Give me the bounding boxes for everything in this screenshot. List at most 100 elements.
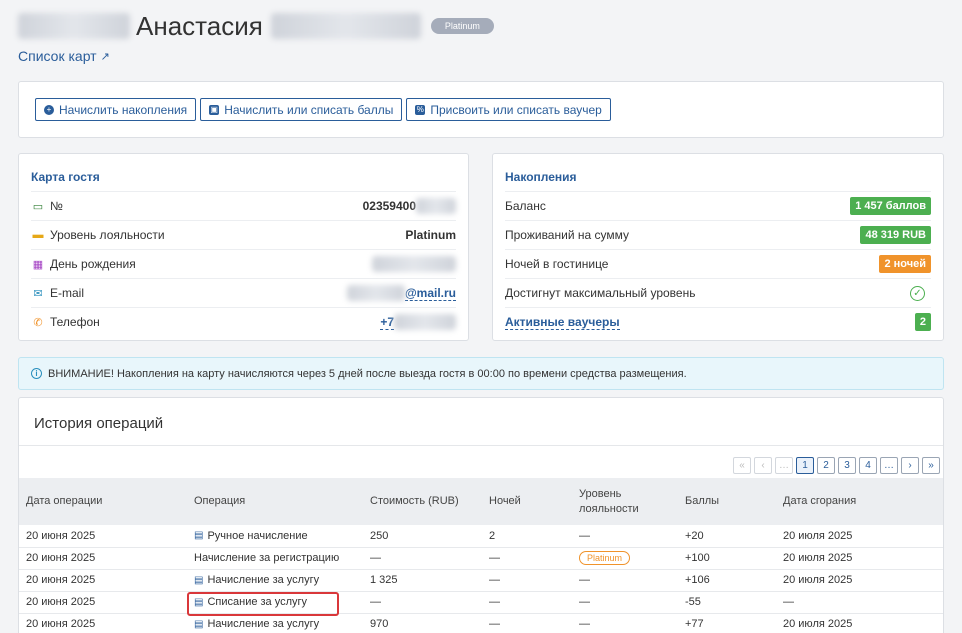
operation-points: -55 [678, 591, 776, 614]
balance-row: Баланс 1 457 баллов [505, 191, 931, 220]
email-row: ✉ E-mail @mail.ru [31, 278, 456, 307]
page-button-5[interactable]: 3 [838, 457, 856, 474]
vouchers-count: 2 [914, 313, 931, 331]
active-vouchers-link[interactable]: Активные ваучеры [505, 315, 620, 330]
max-level-label: Достигнут максимальный уровень [505, 286, 696, 300]
table-body: 20 июня 2025 ▤ Ручное начисление 250 2— +20 20… [19, 525, 943, 633]
email-domain: @mail.ru [404, 285, 456, 301]
wallet-icon: ▣ [209, 104, 220, 115]
page-button-7[interactable]: … [880, 457, 898, 474]
loyalty-row: ▬ Уровень лояльности Platinum [31, 220, 456, 249]
page-button-6[interactable]: 4 [859, 457, 877, 474]
redacted-phone [394, 314, 456, 330]
operation-cost: 250 [363, 525, 482, 548]
add-accrual-label: Начислить накопления [59, 102, 188, 117]
operation-nights: — [482, 569, 572, 592]
notice-text: ВНИМАНИЕ! Накопления на карту начисляютс… [48, 367, 687, 380]
comment-icon[interactable]: ▤ [194, 619, 203, 630]
column-header: Дата операции [19, 478, 187, 525]
highlight-box [187, 592, 339, 616]
nights-value: 2 ночей [879, 255, 931, 273]
page-button-1[interactable]: ‹ [754, 457, 772, 474]
operation-cell: ▤ Начисление за услугу [187, 613, 363, 633]
page-button-8[interactable]: › [901, 457, 919, 474]
plus-circle-icon: + [44, 104, 54, 115]
pagination: «‹… 1 2 3 4… ›» [733, 457, 940, 474]
cards-list-link[interactable]: Список карт ↗ [18, 48, 958, 64]
table-row: 20 июня 2025 Начисление за регистрацию — — P… [19, 547, 943, 570]
operation-nights: — [482, 613, 572, 633]
stays-label: Проживаний на сумму [505, 228, 629, 242]
column-header: Дата сгорания [776, 478, 943, 525]
email-label: E-mail [50, 286, 85, 300]
table-header: Дата операции Операция Стоимость (RUB) Ноче… [19, 478, 943, 525]
points-button[interactable]: ▣ Начислить или списать баллы [200, 98, 403, 121]
operation-nights: — [482, 591, 572, 614]
page-button-4[interactable]: 2 [817, 457, 835, 474]
card-number-label: № [50, 199, 63, 213]
redacted-last-name [18, 13, 130, 39]
operation-expiry: 20 июля 2025 [776, 547, 943, 570]
history-title: История операций [19, 398, 943, 446]
points-label: Начислить или списать баллы [224, 102, 394, 117]
phone-prefix: +7 [380, 314, 394, 330]
tier-badge: Platinum [430, 18, 494, 34]
table-row: 20 июня 2025 ▤ Ручное начисление 250 2— +20 20… [19, 525, 943, 548]
accruals-panel-title: Накопления [505, 170, 577, 184]
operation-tier: — [572, 591, 678, 614]
operation-cost: 1 325 [363, 569, 482, 592]
check-icon: ✓ [910, 285, 925, 301]
column-header: Уровень лояльности [572, 478, 678, 525]
page-button-0[interactable]: « [733, 457, 751, 474]
redacted-card-digits [416, 198, 456, 214]
nights-label: Ночей в гостинице [505, 257, 609, 271]
operation-points: +77 [678, 613, 776, 633]
page-button-9[interactable]: » [922, 457, 940, 474]
table-row: 20 июня 2025 ▤ Списание за услугу — — — -55— [19, 591, 943, 616]
operation-cell: ▤ Начисление за услугу [187, 569, 363, 592]
accruals-panel: Накопления Баланс 1 457 баллов Проживани… [492, 153, 944, 341]
comment-icon[interactable]: ▤ [194, 530, 203, 541]
voucher-button[interactable]: % Присвоить или списать ваучер [406, 98, 611, 121]
operation-nights: 2 [482, 525, 572, 548]
phone-icon: ✆ [33, 316, 43, 329]
nights-row: Ночей в гостинице 2 ночей [505, 249, 931, 278]
operation-date: 20 июня 2025 [19, 613, 187, 633]
gift-icon: ▦ [32, 258, 44, 271]
phone-value[interactable]: +7 [380, 314, 456, 330]
table-row: 20 июня 2025 ▤ Начисление за услугу 970— — +7… [19, 613, 943, 633]
tier-icon: ▬ [32, 229, 44, 241]
operation-date: 20 июня 2025 [19, 525, 187, 548]
operation-expiry: 20 июля 2025 [776, 525, 943, 548]
operation-date: 20 июня 2025 [19, 569, 187, 592]
card-panel-title: Карта гостя [31, 170, 100, 184]
operation-cell: ▤ Ручное начисление [187, 525, 363, 548]
history-panel: История операций «‹… 1 2 3 4… ›» Дата операци… [18, 397, 944, 633]
voucher-label: Присвоить или списать ваучер [430, 102, 602, 117]
operation-date: 20 июня 2025 [19, 547, 187, 570]
stays-value: 48 319 RUB [860, 226, 931, 244]
operation-points: +100 [678, 547, 776, 570]
add-accrual-button[interactable]: + Начислить накопления [35, 98, 197, 121]
page-button-3[interactable]: 1 [796, 457, 814, 474]
max-level-row: Достигнут максимальный уровень ✓ [505, 278, 931, 307]
operation-cell: Начисление за регистрацию [187, 547, 363, 570]
mail-icon: ✉ [33, 287, 43, 300]
comment-icon[interactable]: ▤ [194, 575, 203, 586]
page-button-2[interactable]: … [775, 457, 793, 474]
birthday-row: ▦ День рождения [31, 249, 456, 278]
phone-row: ✆ Телефон +7 [31, 307, 456, 336]
operation-name: Начисление за регистрацию [194, 552, 340, 564]
card-number-row: ▭ № 02359400 [31, 191, 456, 220]
balance-value: 1 457 баллов [850, 197, 931, 215]
operation-expiry: 20 июля 2025 [776, 569, 943, 592]
operation-cost: 970 [363, 613, 482, 633]
guest-first-name: Анастасия [136, 10, 263, 41]
birthday-label: День рождения [50, 257, 136, 271]
actions-panel: + Начислить накопления ▣ Начислить или с… [18, 81, 944, 138]
email-value[interactable]: @mail.ru [346, 285, 456, 301]
redacted-patronymic [270, 13, 421, 39]
loyalty-label: Уровень лояльности [50, 228, 165, 242]
card-number-value: 02359400 [363, 198, 456, 214]
credit-card-icon: ▭ [32, 200, 44, 213]
